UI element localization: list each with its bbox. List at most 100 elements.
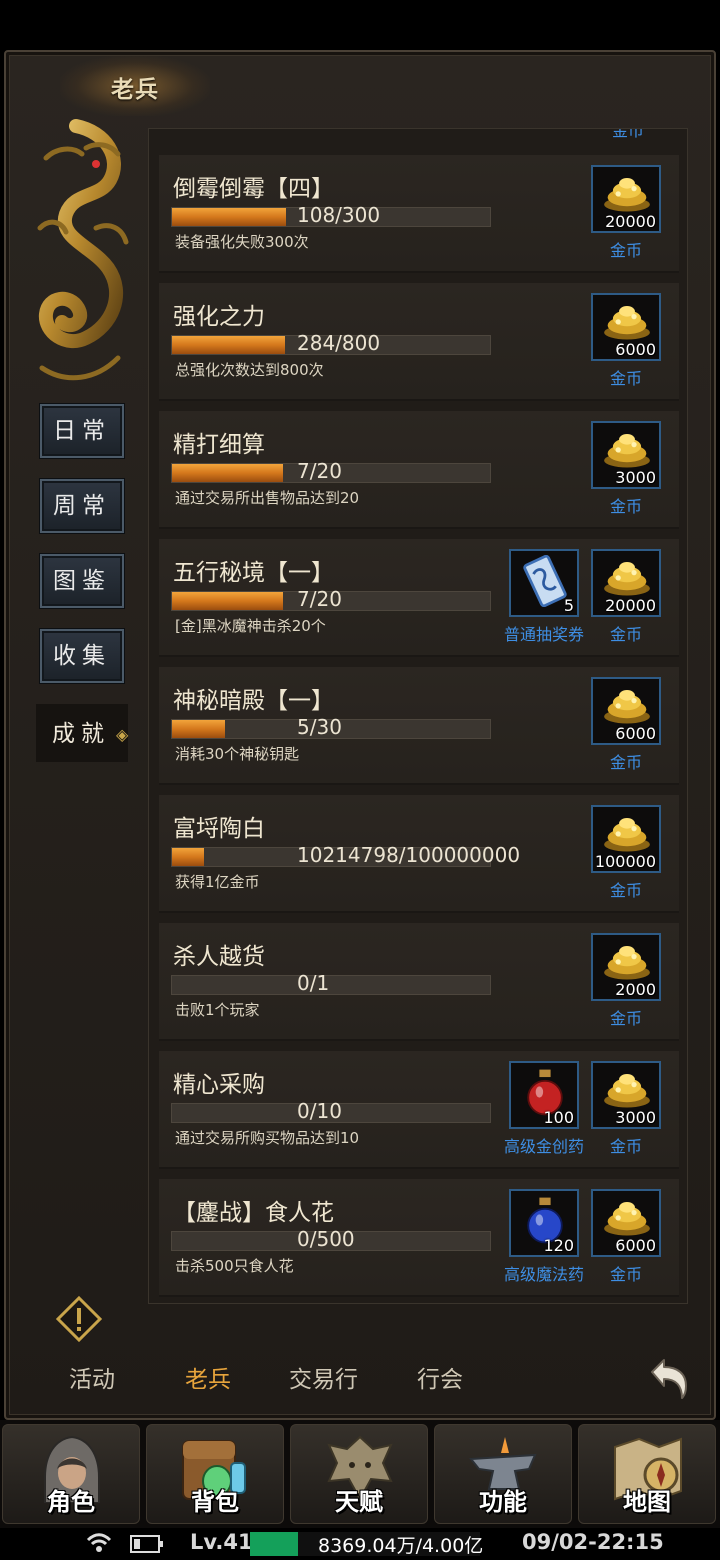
achievement-name: 精心采购 — [173, 1072, 265, 1098]
achievement-name: 富埒陶白 — [173, 816, 265, 842]
achievement-description: 总强化次数达到800次 — [175, 361, 324, 379]
reward-item[interactable]: 20000 金币 — [591, 165, 661, 265]
reward-label: 金币 — [609, 1009, 642, 1028]
reward-label: 金币 — [609, 1265, 642, 1284]
gold-coins-icon: 20000 — [591, 549, 661, 617]
tab-achievement[interactable]: 成就 — [36, 704, 128, 762]
clock: 09/02-22:15 — [522, 1530, 664, 1554]
battery-icon — [130, 1535, 163, 1553]
achievement-row[interactable]: 强化之力 284/800 总强化次数达到800次 6000 金币 — [159, 283, 679, 401]
tab-codex[interactable]: 图鉴 — [40, 554, 124, 608]
progress-text: 0/500 — [297, 1227, 355, 1251]
progress-text: 284/800 — [297, 331, 381, 355]
nav-function[interactable]: 功能 — [434, 1424, 572, 1524]
tab-collection[interactable]: 收集 — [40, 629, 124, 683]
achievement-row[interactable]: 倒霉倒霉【四】 108/300 装备强化失败300次 20000 金币 — [159, 155, 679, 273]
reward-item[interactable]: 5 普通抽奖券 — [504, 549, 584, 649]
nav-character[interactable]: 角色 — [2, 1424, 140, 1524]
reward-label: 金币 — [609, 625, 642, 644]
reward-item[interactable]: 100000 金币 — [591, 805, 661, 905]
lottery-ticket-icon: 5 — [509, 549, 579, 617]
achievement-row[interactable]: 富埒陶白 10214798/100000000 获得1亿金币 100000 金币 — [159, 795, 679, 913]
progress-bar-fill — [172, 464, 284, 482]
achievement-row[interactable]: 精打细算 7/20 通过交易所出售物品达到20 3000 金币 — [159, 411, 679, 529]
achievement-name: 杀人越货 — [173, 944, 265, 970]
achievement-name: 强化之力 — [173, 304, 265, 330]
progress-text: 5/30 — [297, 715, 342, 739]
reward-count: 3000 — [615, 1108, 656, 1127]
title-banner: 老兵 — [60, 56, 210, 116]
reward-item[interactable]: 6000 金币 — [591, 293, 661, 393]
bottom-tab-bar: 活动 老兵 交易行 行会 — [0, 1346, 720, 1408]
reward-item[interactable]: 6000 金币 — [591, 1189, 661, 1289]
achievement-row[interactable]: 【鏖战】食人花 0/500 击杀500只食人花 120 高级魔法药 6000 金币 — [159, 1179, 679, 1297]
nav-map[interactable]: 地图 — [578, 1424, 716, 1524]
golden-dragon-ornament — [37, 119, 129, 381]
gold-coins-icon: 3000 — [591, 421, 661, 489]
achievement-row[interactable]: 五行秘境【一】 7/20 [金]黑冰魔神击杀20个 5 普通抽奖券 20000 金币 — [159, 539, 679, 657]
back-arrow-icon[interactable] — [644, 1354, 690, 1400]
achievement-description: 击败1个玩家 — [175, 1001, 260, 1019]
tab-guild[interactable]: 行会 — [417, 1360, 463, 1394]
reward-label: 金币 — [609, 753, 642, 772]
reward-label: 金币 — [609, 369, 642, 388]
main-nav-bar: 角色 背包 天赋 功能 地图 — [0, 1420, 720, 1528]
reward-item[interactable]: 20000 金币 — [591, 549, 661, 649]
nav-bag-label: 背包 — [191, 1488, 239, 1516]
reward-count: 20000 — [605, 596, 656, 615]
page-title: 老兵 — [111, 77, 159, 103]
tab-weekly[interactable]: 周常 — [40, 479, 124, 533]
progress-text: 108/300 — [297, 203, 381, 227]
progress-bar-fill — [172, 336, 285, 354]
achievement-description: [金]黑冰魔神击杀20个 — [175, 617, 326, 635]
achievement-description: 通过交易所出售物品达到20 — [175, 489, 360, 507]
achievement-row[interactable]: 杀人越货 0/1 击败1个玩家 2000 金币 — [159, 923, 679, 1041]
reward-count: 2000 — [615, 980, 656, 999]
progress-text: 0/10 — [297, 1099, 342, 1123]
achievement-row[interactable]: 精心采购 0/10 通过交易所购买物品达到10 100 高级金创药 3000 金币 — [159, 1051, 679, 1169]
reward-item[interactable]: 2000 金币 — [591, 933, 661, 1033]
gold-coins-icon: 20000 — [591, 165, 661, 233]
reward-item[interactable]: 3000 金币 — [591, 1061, 661, 1161]
achievement-description: 通过交易所购买物品达到10 — [175, 1129, 360, 1147]
exp-text: 8369.04万/4.00亿 — [318, 1535, 484, 1557]
progress-bar — [171, 975, 491, 995]
reward-item[interactable]: 3000 金币 — [591, 421, 661, 521]
tab-veteran[interactable]: 老兵 — [185, 1360, 231, 1394]
achievement-description: 获得1亿金币 — [175, 873, 260, 891]
reward-label: 金币 — [609, 881, 642, 900]
gold-coins-icon: 2000 — [591, 933, 661, 1001]
gold-coins-icon: 100000 — [591, 805, 661, 873]
player-level: Lv.41 — [190, 1530, 253, 1554]
reward-item[interactable]: 120 高级魔法药 — [504, 1189, 584, 1289]
progress-text: 10214798/100000000 — [297, 843, 521, 867]
reward-count: 120 — [543, 1236, 574, 1255]
tab-daily[interactable]: 日常 — [40, 404, 124, 458]
warning-icon[interactable] — [56, 1296, 102, 1342]
reward-item[interactable]: 100 高级金创药 — [504, 1061, 584, 1161]
achievement-name: 五行秘境【一】 — [173, 560, 334, 586]
progress-text: 7/20 — [297, 587, 342, 611]
reward-item[interactable]: 6000 金币 — [591, 677, 661, 777]
tab-trading[interactable]: 交易行 — [289, 1360, 358, 1394]
achievement-description: 装备强化失败300次 — [175, 233, 309, 251]
reward-label: 金币 — [609, 241, 642, 260]
partial-reward-label: 金币 — [611, 128, 644, 140]
achievement-name: 神秘暗殿【一】 — [173, 688, 334, 714]
achievement-name: 倒霉倒霉【四】 — [173, 176, 334, 202]
achievement-row[interactable]: 神秘暗殿【一】 5/30 消耗30个神秘钥匙 6000 金币 — [159, 667, 679, 785]
nav-bag[interactable]: 背包 — [146, 1424, 284, 1524]
gold-coins-icon: 6000 — [591, 293, 661, 361]
nav-talent-label: 天赋 — [335, 1488, 383, 1516]
nav-talent[interactable]: 天赋 — [290, 1424, 428, 1524]
reward-count: 3000 — [615, 468, 656, 487]
progress-text: 7/20 — [297, 459, 342, 483]
tab-activity[interactable]: 活动 — [69, 1360, 115, 1394]
achievement-list[interactable]: 金币 倒霉倒霉【四】 108/300 装备强化失败300次 20000 金币 强化之力 28… — [148, 128, 688, 1304]
reward-label: 高级金创药 — [503, 1137, 584, 1156]
gold-coins-icon: 6000 — [591, 677, 661, 745]
reward-label: 高级魔法药 — [503, 1265, 584, 1284]
reward-count: 6000 — [615, 724, 656, 743]
achievement-description: 消耗30个神秘钥匙 — [175, 745, 300, 763]
nav-character-label: 角色 — [47, 1488, 95, 1516]
